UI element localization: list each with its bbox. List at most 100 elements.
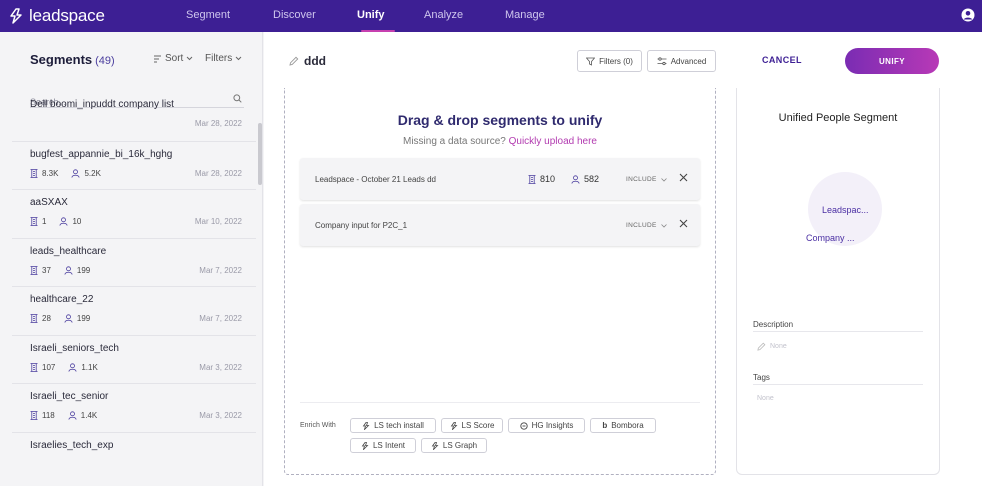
segment-people-value: 10 xyxy=(72,217,82,226)
segment-people: 10 xyxy=(59,217,81,226)
segment-people: 199 xyxy=(64,314,90,323)
cancel-button[interactable]: CANCEL xyxy=(762,55,802,65)
chip-label: LS Intent xyxy=(372,441,406,450)
building-icon xyxy=(30,362,38,372)
segment-companies: 107 xyxy=(30,363,55,372)
description-label: Description xyxy=(753,320,794,329)
segment-list-item[interactable]: Israeli_tec_senior 118 1.4K Mar 3, 2022 xyxy=(12,383,256,432)
segment-companies-value: 8.3K xyxy=(42,168,59,178)
segment-stats: 8.3K 5.2K xyxy=(30,169,114,178)
segment-companies: 1 xyxy=(30,217,46,226)
user-account-icon[interactable] xyxy=(961,8,975,22)
hg-icon xyxy=(519,421,528,430)
leadspace-icon xyxy=(361,441,369,450)
advanced-button[interactable]: Advanced xyxy=(647,50,716,72)
brand-name: leadspace xyxy=(29,6,105,25)
segment-companies-value: 1 xyxy=(42,217,47,226)
segments-title-text: Segments xyxy=(30,52,93,67)
person-icon xyxy=(64,314,73,323)
segment-name: bugfest_appannie_bi_16k_hghg xyxy=(30,148,173,160)
segment-companies-value: 37 xyxy=(42,265,51,275)
segment-list-item[interactable]: aaSXAX 1 10 Mar 10, 2022 xyxy=(12,189,256,238)
unify-button[interactable]: UNIFY xyxy=(845,48,939,74)
segment-name: leads_healthcare xyxy=(30,245,107,257)
building-icon xyxy=(528,174,536,184)
segment-people-value: 5.2K xyxy=(84,168,101,178)
venn-label: Company ... xyxy=(806,233,855,243)
building-icon xyxy=(30,168,38,178)
segment-people: 199 xyxy=(64,266,90,275)
segment-people-value: 1.4K xyxy=(80,411,98,420)
description-underline xyxy=(753,331,923,332)
chevron-down-icon xyxy=(235,56,242,61)
segments-scrollbar[interactable] xyxy=(258,123,262,185)
description-field[interactable]: None xyxy=(757,342,787,351)
segment-list-item[interactable]: Israeli_seniors_tech 107 1.1K Mar 3, 2022 xyxy=(12,334,256,384)
segment-list-item[interactable]: healthcare_22 28 199 Mar 7, 2022 xyxy=(12,286,256,335)
building-icon xyxy=(30,411,38,420)
segment-people: 1.1K xyxy=(68,363,98,372)
description-value: None xyxy=(770,343,787,350)
segment-date: Mar 7, 2022 xyxy=(199,265,242,275)
nav-unify[interactable]: Unify xyxy=(357,9,385,21)
advanced-label: Advanced xyxy=(670,56,707,66)
segment-date: Mar 10, 2022 xyxy=(194,217,242,226)
segment-list-item[interactable]: bugfest_appannie_bi_16k_hghg 8.3K 5.2K Mar … xyxy=(12,140,256,190)
source-people-value: 582 xyxy=(584,174,600,184)
segment-list: Dell boomi_inpuddt company list Mar 28, 2… xyxy=(12,92,256,480)
source-card[interactable]: Company input for P2C_1 INCLUDE xyxy=(300,204,700,246)
brand-logo[interactable]: leadspace xyxy=(8,6,105,26)
chip-label: LS tech install xyxy=(374,421,424,430)
segment-companies: 118 xyxy=(30,411,55,420)
enrich-chip-ls-tech-install[interactable]: LS tech install xyxy=(350,418,436,433)
source-companies: 810 xyxy=(528,174,555,184)
segment-name: Israeli_tec_senior xyxy=(30,391,109,402)
segment-name: Dell boomi_inpuddt company list xyxy=(30,99,174,110)
close-icon[interactable] xyxy=(679,219,688,228)
segment-list-item[interactable]: Israelies_tech_exp xyxy=(12,431,256,481)
source-name: Company input for P2C_1 xyxy=(315,221,408,230)
nav-segment[interactable]: Segment xyxy=(186,9,230,21)
nav-analyze[interactable]: Analyze xyxy=(424,9,463,21)
person-icon xyxy=(571,174,580,184)
segment-list-item[interactable]: Dell boomi_inpuddt company list Mar 28, 2… xyxy=(12,92,256,141)
filters-button[interactable]: Filters xyxy=(205,53,242,64)
source-card[interactable]: Leadspace - October 21 Leads dd 810 582 … xyxy=(300,158,700,200)
filters-toggle-button[interactable]: Filters (0) xyxy=(577,50,642,72)
enrich-chip-hg-insights[interactable]: HG Insights xyxy=(508,418,585,433)
leadspace-icon xyxy=(450,421,458,430)
tags-underline xyxy=(753,384,923,385)
include-label: INCLUDE xyxy=(626,222,657,229)
source-companies-value: 810 xyxy=(540,174,556,184)
chip-label: Bombora xyxy=(611,421,644,430)
segment-date: Mar 7, 2022 xyxy=(199,314,242,323)
upload-link[interactable]: Quickly upload here xyxy=(509,136,597,147)
nav-manage[interactable]: Manage xyxy=(505,9,545,21)
segments-count: (49) xyxy=(95,55,115,67)
sort-button[interactable]: Sort xyxy=(153,53,193,64)
segment-name-title[interactable]: ddd xyxy=(304,54,326,68)
nav-discover[interactable]: Discover xyxy=(273,9,316,21)
enrich-chip-ls-score[interactable]: LS Score xyxy=(441,418,503,433)
building-icon xyxy=(30,314,38,323)
sort-icon xyxy=(154,55,161,62)
unified-segment-title: Unified People Segment xyxy=(778,112,898,124)
leadspace-icon xyxy=(362,421,370,430)
chip-label: LS Score xyxy=(461,421,495,430)
include-dropdown[interactable]: INCLUDE xyxy=(626,222,667,229)
segment-name: Israelies_tech_exp xyxy=(30,439,114,451)
enrich-chip-ls-intent[interactable]: LS Intent xyxy=(350,438,416,453)
segment-companies-value: 118 xyxy=(42,411,55,420)
edit-pencil-icon[interactable] xyxy=(289,56,299,66)
enrich-chip-ls-graph[interactable]: LS Graph xyxy=(421,438,487,453)
segment-list-item[interactable]: leads_healthcare 37 199 Mar 7, 2022 xyxy=(12,237,256,287)
close-icon[interactable] xyxy=(679,173,688,182)
building-icon xyxy=(30,217,38,226)
segment-stats: 28 199 xyxy=(30,314,103,323)
enrich-chip-bombora[interactable]: b Bombora xyxy=(590,418,656,433)
source-name: Leadspace - October 21 Leads dd xyxy=(315,175,436,184)
venn-label: Leadspac... xyxy=(822,205,869,215)
tags-field[interactable]: None xyxy=(757,395,774,402)
include-label: INCLUDE xyxy=(626,176,657,183)
include-dropdown[interactable]: INCLUDE xyxy=(626,176,667,183)
